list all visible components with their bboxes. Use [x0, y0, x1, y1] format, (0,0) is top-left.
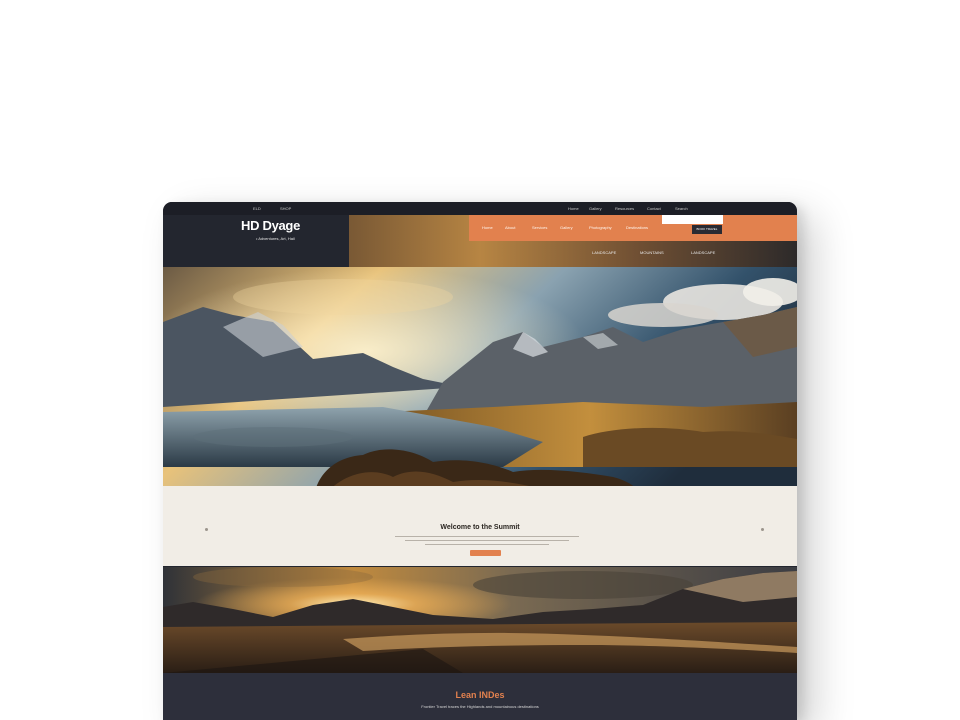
site-tagline: • Adventures, Art, Hail — [256, 236, 295, 241]
nav-item-home[interactable]: Home — [482, 225, 493, 230]
book-travel-button[interactable]: BOOK TRAVEL — [692, 225, 722, 234]
subnav-mountains[interactable]: MOUNTAINS — [640, 250, 664, 255]
nav-item-photography[interactable]: Photography — [589, 225, 612, 230]
hero-image — [163, 267, 797, 507]
site-logo-title[interactable]: HD Dyage — [241, 218, 300, 233]
carousel-next-icon[interactable] — [761, 528, 764, 531]
sunset-banner-image — [163, 567, 797, 673]
utility-link-resources[interactable]: Resources — [615, 206, 634, 211]
hero-landscape-illustration — [163, 267, 797, 507]
utility-link-contact[interactable]: Contact — [647, 206, 661, 211]
welcome-section: Welcome to the Summit — [163, 486, 797, 566]
footer-heading: Lean INDes — [455, 690, 505, 700]
utility-link-left[interactable]: ELD — [253, 206, 261, 211]
welcome-cta-button[interactable] — [470, 550, 501, 556]
main-nav: Home About Services Gallery Photography … — [469, 215, 797, 241]
utility-link-home[interactable]: Home — [568, 206, 579, 211]
nav-item-about[interactable]: About — [505, 225, 515, 230]
footer-description: Frontier Travel traces the Highlands and… — [421, 704, 539, 709]
welcome-text-line — [405, 540, 569, 541]
website-mockup: ELD SHOP Home Gallery Resources Contact … — [163, 202, 797, 720]
carousel-prev-icon[interactable] — [205, 528, 208, 531]
welcome-text-line — [425, 544, 549, 545]
utility-link-gallery[interactable]: Gallery — [589, 206, 602, 211]
utility-link-search[interactable]: Search — [675, 206, 688, 211]
welcome-heading: Welcome to the Summit — [440, 524, 520, 531]
nav-item-services[interactable]: Services — [532, 225, 547, 230]
footer-section: Lean INDes Frontier Travel traces the Hi… — [163, 673, 797, 720]
subnav-landscape[interactable]: LANDSCAPE — [592, 250, 616, 255]
nav-item-gallery[interactable]: Gallery — [560, 225, 573, 230]
search-tab[interactable] — [662, 215, 723, 224]
utility-link-shop[interactable]: SHOP — [280, 206, 291, 211]
utility-bar: ELD SHOP Home Gallery Resources Contact … — [163, 202, 797, 215]
subnav-landscape-2[interactable]: LANDSCAPE — [691, 250, 715, 255]
welcome-text-line — [395, 536, 579, 537]
sunset-illustration — [163, 567, 797, 673]
nav-item-destinations[interactable]: Destinations — [626, 225, 648, 230]
